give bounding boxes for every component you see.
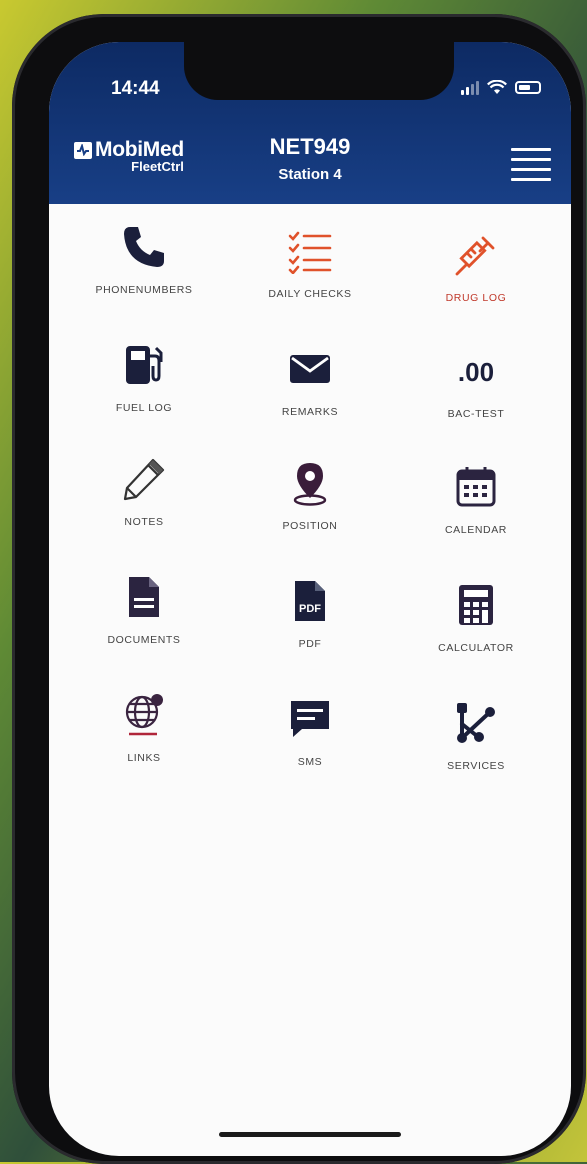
station-name: Station 4 xyxy=(278,166,342,183)
map-pin-icon xyxy=(293,463,327,506)
tile-label: POSITION xyxy=(282,520,338,532)
tile-label: BAC-TEST xyxy=(447,408,505,420)
chat-icon xyxy=(291,701,329,737)
phone-frame: 14:44 MobiMed FleetCtrl NET949 Station 4… xyxy=(12,14,586,1164)
phone-icon xyxy=(124,227,164,267)
tile-label: REMARKS xyxy=(281,406,339,418)
tile-remarks[interactable]: REMARKS xyxy=(225,346,395,446)
envelope-icon xyxy=(290,355,330,383)
device-id: NET949 xyxy=(269,134,351,159)
tile-label: SERVICES xyxy=(447,760,505,772)
pdf-icon: PDF xyxy=(295,581,325,621)
tile-label: PDF xyxy=(298,638,322,650)
tile-position[interactable]: POSITION xyxy=(225,460,395,560)
tile-pdf[interactable]: PDF PDF xyxy=(225,578,395,678)
tile-phonenumbers[interactable]: PHONENUMBERS xyxy=(59,224,229,324)
fuel-pump-icon xyxy=(126,346,163,384)
checklist-icon xyxy=(288,231,332,274)
syringe-icon xyxy=(455,236,495,276)
svg-text:PDF: PDF xyxy=(299,603,321,615)
tile-label: PHONENUMBERS xyxy=(95,284,193,296)
app-header: 14:44 MobiMed FleetCtrl NET949 Station 4 xyxy=(49,42,571,204)
tile-label: FUEL LOG xyxy=(115,402,173,414)
tile-fuel-log[interactable]: FUEL LOG xyxy=(59,342,229,442)
status-icons xyxy=(461,80,541,95)
tile-notes[interactable]: NOTES xyxy=(59,456,229,556)
tile-calculator[interactable]: CALCULATOR xyxy=(391,582,561,682)
tile-bac-test[interactable]: .00 BAC-TEST xyxy=(391,350,561,450)
notch xyxy=(184,42,454,100)
wifi-icon xyxy=(487,80,507,94)
tile-label: DOCUMENTS xyxy=(107,634,181,646)
tile-label: DAILY CHECKS xyxy=(268,288,352,300)
services-icon xyxy=(457,703,495,743)
tile-calendar[interactable]: CALENDAR xyxy=(391,464,561,564)
tile-documents[interactable]: DOCUMENTS xyxy=(59,574,229,674)
tile-daily-checks[interactable]: DAILY CHECKS xyxy=(225,228,395,328)
status-time: 14:44 xyxy=(111,78,160,99)
bac-value: .00 xyxy=(457,357,495,387)
tile-label: CALCULATOR xyxy=(438,642,514,654)
calendar-icon xyxy=(456,467,496,507)
tile-label: NOTES xyxy=(124,516,164,528)
tile-label: DRUG LOG xyxy=(445,292,507,304)
tile-label: SMS xyxy=(297,756,323,768)
hamburger-menu-button[interactable] xyxy=(511,148,551,181)
tile-label: CALENDAR xyxy=(445,524,507,536)
tile-drug-log[interactable]: DRUG LOG xyxy=(391,232,561,332)
home-indicator[interactable] xyxy=(219,1132,401,1137)
tile-services[interactable]: SERVICES xyxy=(391,700,561,800)
tile-label: LINKS xyxy=(127,752,161,764)
app-screen: 14:44 MobiMed FleetCtrl NET949 Station 4… xyxy=(49,42,571,1156)
pencil-icon xyxy=(123,458,165,501)
globe-link-icon xyxy=(125,694,163,736)
calculator-icon xyxy=(459,585,493,625)
tile-sms[interactable]: SMS xyxy=(225,696,395,796)
battery-icon xyxy=(515,81,541,94)
header-title: NET949 Station 4 xyxy=(49,134,571,183)
tile-links[interactable]: LINKS xyxy=(59,692,229,792)
document-icon xyxy=(129,577,159,617)
signal-icon xyxy=(461,80,479,95)
